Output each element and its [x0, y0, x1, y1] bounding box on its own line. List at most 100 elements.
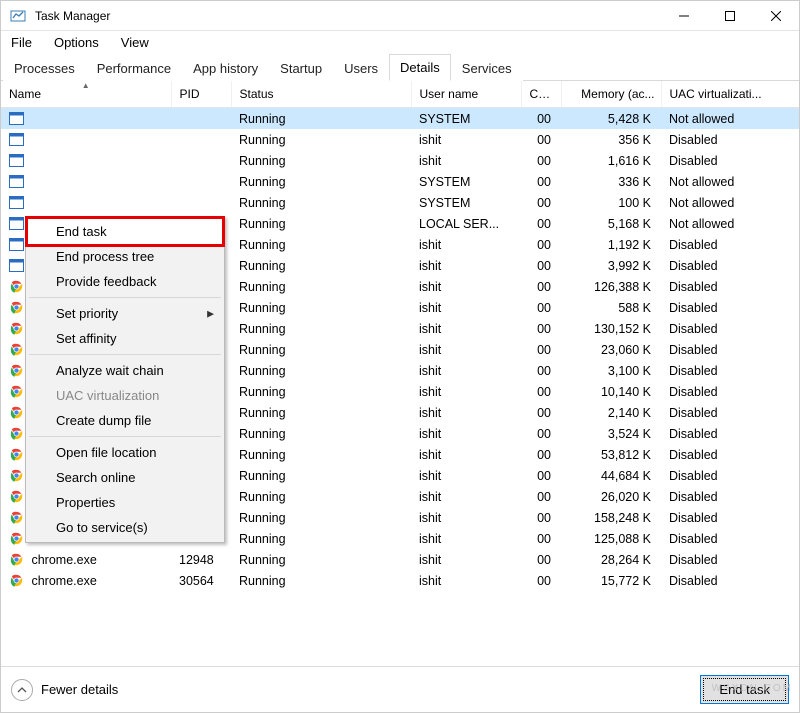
- process-user: ishit: [411, 465, 521, 486]
- col-header-memory[interactable]: Memory (ac...: [561, 81, 661, 108]
- process-status: Running: [231, 360, 411, 381]
- tab-performance[interactable]: Performance: [86, 55, 182, 81]
- menu-view[interactable]: View: [117, 33, 153, 52]
- process-cpu: 00: [521, 129, 561, 150]
- context-item-go-to-service-s[interactable]: Go to service(s): [28, 515, 222, 540]
- process-cpu: 00: [521, 402, 561, 423]
- table-row[interactable]: RunningSYSTEM005,428 KNot allowed: [1, 108, 799, 130]
- process-cpu: 00: [521, 234, 561, 255]
- context-item-open-file-location[interactable]: Open file location: [28, 440, 222, 465]
- process-uac: Not allowed: [661, 213, 799, 234]
- process-memory: 44,684 K: [561, 465, 661, 486]
- process-user: SYSTEM: [411, 192, 521, 213]
- window-title: Task Manager: [29, 9, 661, 23]
- process-name: chrome.exe: [31, 574, 96, 588]
- maximize-button[interactable]: [707, 1, 753, 31]
- chrome-icon: [9, 447, 24, 462]
- process-memory: 158,248 K: [561, 507, 661, 528]
- process-uac: Disabled: [661, 570, 799, 591]
- process-cpu: 00: [521, 213, 561, 234]
- process-cpu: 00: [521, 528, 561, 549]
- close-button[interactable]: [753, 1, 799, 31]
- process-memory: 5,428 K: [561, 108, 661, 130]
- process-uac: Not allowed: [661, 171, 799, 192]
- table-row[interactable]: RunningSYSTEM00336 KNot allowed: [1, 171, 799, 192]
- fewer-details-toggle[interactable]: Fewer details: [11, 679, 118, 701]
- window-process-icon: [9, 195, 24, 210]
- col-header-uac[interactable]: UAC virtualizati...: [661, 81, 799, 108]
- process-uac: Disabled: [661, 318, 799, 339]
- col-header-user[interactable]: User name: [411, 81, 521, 108]
- col-header-pid[interactable]: PID: [171, 81, 231, 108]
- context-item-search-online[interactable]: Search online: [28, 465, 222, 490]
- context-item-create-dump-file[interactable]: Create dump file: [28, 408, 222, 433]
- process-cpu: 00: [521, 486, 561, 507]
- process-status: Running: [231, 150, 411, 171]
- process-user: ishit: [411, 423, 521, 444]
- context-item-end-task[interactable]: End task: [25, 216, 225, 247]
- process-cpu: 00: [521, 297, 561, 318]
- process-uac: Disabled: [661, 486, 799, 507]
- process-uac: Disabled: [661, 255, 799, 276]
- tab-services[interactable]: Services: [451, 55, 523, 81]
- process-cpu: 00: [521, 507, 561, 528]
- process-memory: 125,088 K: [561, 528, 661, 549]
- process-uac: Disabled: [661, 528, 799, 549]
- tab-users[interactable]: Users: [333, 55, 389, 81]
- menu-options[interactable]: Options: [50, 33, 103, 52]
- process-user: ishit: [411, 486, 521, 507]
- process-status: Running: [231, 402, 411, 423]
- process-status: Running: [231, 171, 411, 192]
- table-row[interactable]: RunningSYSTEM00100 KNot allowed: [1, 192, 799, 213]
- process-user: ishit: [411, 150, 521, 171]
- col-header-cpu[interactable]: CPU: [521, 81, 561, 108]
- chrome-icon: [9, 279, 24, 294]
- col-header-status[interactable]: Status: [231, 81, 411, 108]
- context-item-end-process-tree[interactable]: End process tree: [28, 244, 222, 269]
- process-uac: Disabled: [661, 276, 799, 297]
- chrome-icon: [9, 384, 24, 399]
- process-cpu: 00: [521, 339, 561, 360]
- process-status: Running: [231, 234, 411, 255]
- table-row[interactable]: chrome.exe12948Runningishit0028,264 KDis…: [1, 549, 799, 570]
- tab-app-history[interactable]: App history: [182, 55, 269, 81]
- process-status: Running: [231, 339, 411, 360]
- process-status: Running: [231, 108, 411, 130]
- process-memory: 588 K: [561, 297, 661, 318]
- tab-processes[interactable]: Processes: [3, 55, 86, 81]
- process-memory: 3,992 K: [561, 255, 661, 276]
- process-cpu: 00: [521, 423, 561, 444]
- window-controls: [661, 1, 799, 31]
- context-item-set-priority[interactable]: Set priority▶: [28, 301, 222, 326]
- process-memory: 3,100 K: [561, 360, 661, 381]
- chrome-icon: [9, 510, 24, 525]
- minimize-button[interactable]: [661, 1, 707, 31]
- context-item-properties[interactable]: Properties: [28, 490, 222, 515]
- menu-file[interactable]: File: [7, 33, 36, 52]
- table-row[interactable]: chrome.exe30564Runningishit0015,772 KDis…: [1, 570, 799, 591]
- process-user: SYSTEM: [411, 171, 521, 192]
- table-row[interactable]: Runningishit00356 KDisabled: [1, 129, 799, 150]
- process-uac: Disabled: [661, 507, 799, 528]
- process-cpu: 00: [521, 192, 561, 213]
- process-user: ishit: [411, 444, 521, 465]
- window-process-icon: [9, 258, 24, 273]
- context-item-set-affinity[interactable]: Set affinity: [28, 326, 222, 351]
- context-item-provide-feedback[interactable]: Provide feedback: [28, 269, 222, 294]
- process-uac: Disabled: [661, 150, 799, 171]
- process-user: ishit: [411, 297, 521, 318]
- context-item-analyze-wait-chain[interactable]: Analyze wait chain: [28, 358, 222, 383]
- tab-details[interactable]: Details: [389, 54, 451, 81]
- col-header-name[interactable]: ▲Name: [1, 81, 171, 108]
- fewer-details-label: Fewer details: [41, 682, 118, 697]
- process-memory: 53,812 K: [561, 444, 661, 465]
- table-row[interactable]: Runningishit001,616 KDisabled: [1, 150, 799, 171]
- process-memory: 1,616 K: [561, 150, 661, 171]
- process-uac: Not allowed: [661, 192, 799, 213]
- process-uac: Disabled: [661, 360, 799, 381]
- process-pid: [171, 192, 231, 213]
- process-memory: 130,152 K: [561, 318, 661, 339]
- chrome-icon: [9, 573, 24, 588]
- chevron-right-icon: ▶: [207, 308, 214, 319]
- tab-startup[interactable]: Startup: [269, 55, 333, 81]
